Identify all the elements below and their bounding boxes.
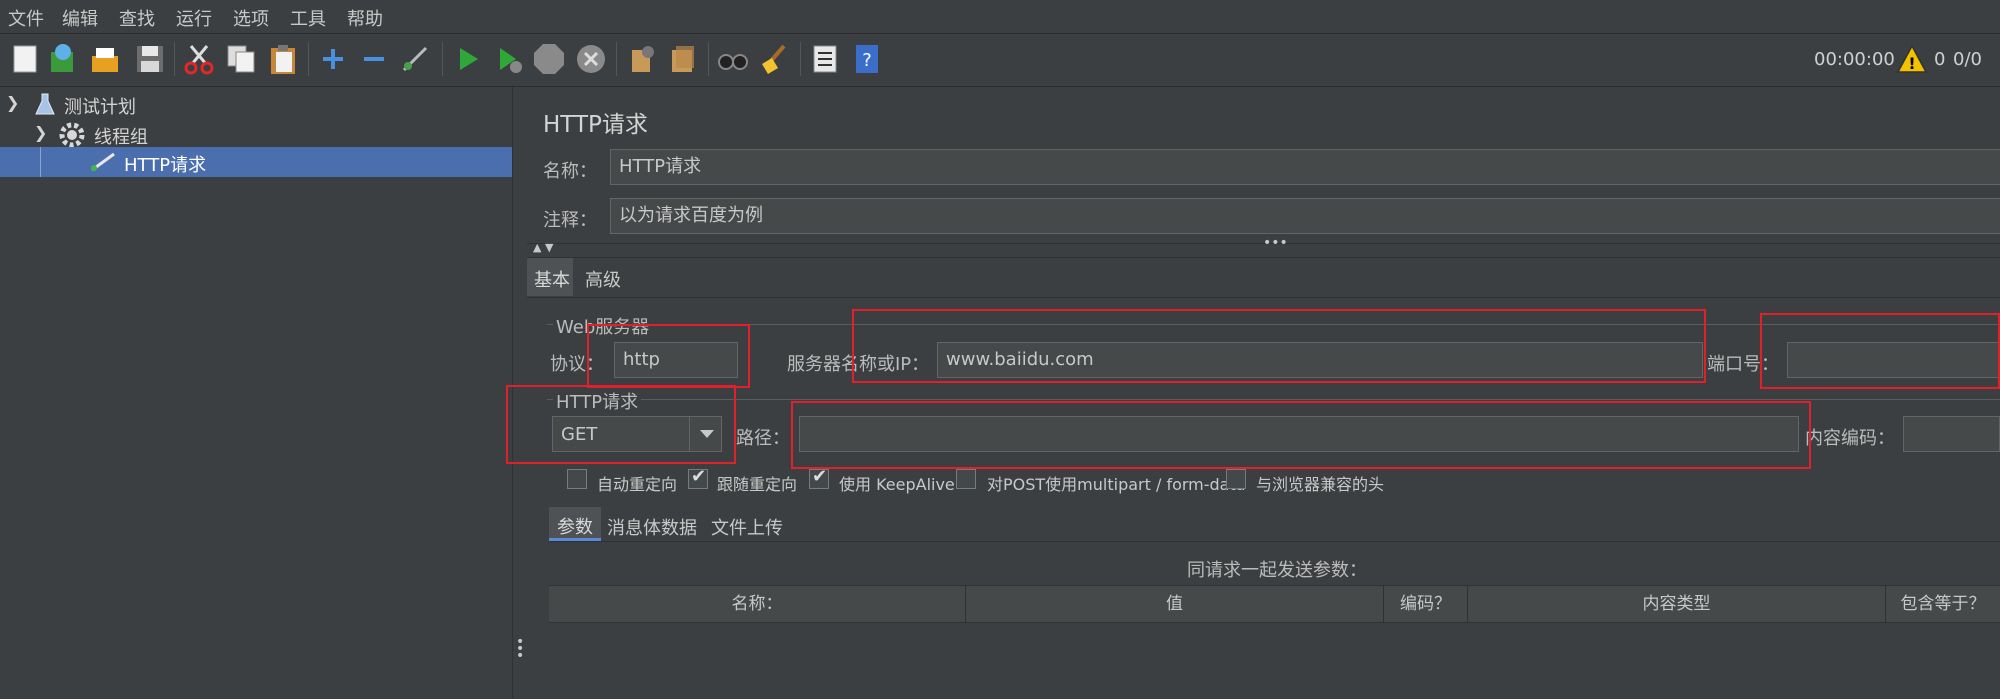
checkbox-label: 自动重定向 bbox=[597, 475, 678, 494]
menu-help[interactable]: 帮助 bbox=[347, 5, 383, 31]
tree-item-http-request[interactable]: HTTP请求 bbox=[0, 147, 512, 177]
page-title: HTTP请求 bbox=[543, 112, 648, 138]
column-header-value[interactable]: 值 bbox=[966, 586, 1384, 622]
new-icon[interactable] bbox=[8, 42, 42, 76]
svg-text:!: ! bbox=[1908, 54, 1915, 73]
comment-label: 注释： bbox=[543, 210, 597, 231]
chevron-down-icon[interactable]: ❯ bbox=[34, 123, 47, 142]
encoding-label: 内容编码： bbox=[1805, 428, 1895, 449]
test-plan-icon bbox=[35, 93, 55, 115]
clear-icon[interactable] bbox=[624, 42, 658, 76]
annotation-box-server bbox=[852, 309, 1706, 383]
save-icon[interactable] bbox=[133, 42, 167, 76]
annotation-box-path bbox=[791, 401, 1811, 469]
menu-search[interactable]: 查找 bbox=[119, 5, 155, 31]
toolbar: ? 00:00:00 ! 0 0/0 bbox=[0, 34, 2000, 87]
menu-run[interactable]: 运行 bbox=[176, 5, 212, 31]
comment-field[interactable]: 以为请求百度为例 bbox=[610, 198, 2000, 234]
encoding-field[interactable] bbox=[1903, 416, 2000, 452]
name-field[interactable]: HTTP请求 bbox=[610, 149, 2000, 185]
start-icon[interactable] bbox=[450, 42, 484, 76]
checkbox-label: 使用 KeepAlive bbox=[839, 475, 955, 494]
test-tree: ❯ 测试计划 ❯ 线程组 HTTP请求 bbox=[0, 87, 512, 699]
tab-parameters[interactable]: 参数 bbox=[549, 507, 601, 541]
tab-body-data[interactable]: 消息体数据 bbox=[607, 514, 697, 540]
menu-edit[interactable]: 编辑 bbox=[62, 5, 98, 31]
auto-redirect-checkbox[interactable] bbox=[567, 469, 587, 489]
annotation-box-protocol bbox=[587, 324, 750, 388]
stop-icon[interactable] bbox=[532, 42, 566, 76]
function-helper-icon[interactable] bbox=[808, 42, 842, 76]
params-table-header: 名称： 值 编码？ 内容类型 包含等于？ bbox=[549, 585, 2000, 623]
annotation-box-port bbox=[1760, 313, 2000, 389]
check-icon: ✔ bbox=[691, 466, 707, 487]
column-header-encode[interactable]: 编码？ bbox=[1384, 586, 1468, 622]
warning-count: 0 bbox=[1934, 49, 1946, 70]
paste-icon[interactable] bbox=[266, 42, 300, 76]
templates-icon[interactable] bbox=[46, 42, 80, 76]
shutdown-icon[interactable] bbox=[574, 42, 608, 76]
annotation-box-method bbox=[506, 385, 736, 464]
menu-tools[interactable]: 工具 bbox=[290, 5, 326, 31]
copy-icon[interactable] bbox=[224, 42, 258, 76]
help-icon[interactable]: ? bbox=[850, 42, 884, 76]
reset-search-icon[interactable] bbox=[758, 42, 792, 76]
column-header-include-equals[interactable]: 包含等于？ bbox=[1886, 586, 2000, 622]
sampler-panel: HTTP请求 名称： HTTP请求 注释： 以为请求百度为例 ▲ ▼ ••• 基… bbox=[506, 87, 2000, 699]
params-caption: 同请求一起发送参数： bbox=[1187, 560, 1367, 581]
drag-handle-icon[interactable]: • • • bbox=[516, 635, 524, 663]
more-icon[interactable]: ••• bbox=[1263, 235, 1288, 251]
checkbox-label: 与浏览器兼容的头 bbox=[1256, 475, 1385, 494]
clear-all-icon[interactable] bbox=[666, 42, 700, 76]
checkbox-label: 跟随重定向 bbox=[717, 475, 798, 494]
toggle-icon[interactable] bbox=[398, 42, 432, 76]
column-header-content-type[interactable]: 内容类型 bbox=[1468, 586, 1886, 622]
tree-item-test-plan[interactable]: ❯ 测试计划 bbox=[0, 89, 512, 119]
warning-icon[interactable]: ! bbox=[1896, 44, 1928, 74]
tree-item-label: HTTP请求 bbox=[124, 155, 207, 176]
search-icon[interactable] bbox=[716, 42, 750, 76]
svg-text:?: ? bbox=[862, 50, 872, 71]
collapse-icon[interactable] bbox=[357, 42, 391, 76]
tab-file-upload[interactable]: 文件上传 bbox=[711, 514, 783, 540]
menu-file[interactable]: 文件 bbox=[8, 5, 44, 31]
menu-options[interactable]: 选项 bbox=[233, 5, 269, 31]
tab-advanced[interactable]: 高级 bbox=[585, 266, 621, 292]
start-no-pause-icon[interactable] bbox=[492, 42, 526, 76]
chevron-down-icon[interactable]: ❯ bbox=[6, 93, 19, 112]
multipart-checkbox[interactable] bbox=[956, 469, 976, 489]
thread-group-icon bbox=[59, 122, 85, 148]
elapsed-timer: 00:00:00 bbox=[1814, 49, 1895, 70]
column-header-name[interactable]: 名称： bbox=[549, 586, 966, 622]
keepalive-checkbox[interactable]: ✔ bbox=[809, 466, 829, 489]
tree-item-label: 线程组 bbox=[94, 127, 148, 148]
name-label: 名称： bbox=[543, 161, 597, 182]
follow-redirect-checkbox[interactable]: ✔ bbox=[688, 466, 708, 489]
expand-icon[interactable] bbox=[316, 42, 350, 76]
thread-count: 0/0 bbox=[1953, 49, 1982, 70]
tab-basic[interactable]: 基本 bbox=[527, 258, 573, 296]
tree-item-label: 测试计划 bbox=[64, 97, 136, 118]
collapse-arrows-icon[interactable]: ▲ ▼ bbox=[533, 241, 553, 254]
browser-headers-checkbox[interactable] bbox=[1226, 469, 1246, 489]
tab-label: 基本 bbox=[534, 270, 570, 291]
menu-bar: 文件 编辑 查找 运行 选项 工具 帮助 bbox=[0, 0, 2000, 34]
open-icon[interactable] bbox=[88, 42, 122, 76]
tab-label: 参数 bbox=[557, 517, 593, 538]
tree-item-thread-group[interactable]: ❯ 线程组 bbox=[0, 119, 512, 149]
check-icon: ✔ bbox=[812, 466, 828, 487]
sampler-icon bbox=[91, 152, 115, 172]
path-label: 路径： bbox=[736, 428, 790, 449]
checkbox-label: 对POST使用multipart / form-data bbox=[987, 475, 1246, 494]
cut-icon[interactable] bbox=[182, 42, 216, 76]
